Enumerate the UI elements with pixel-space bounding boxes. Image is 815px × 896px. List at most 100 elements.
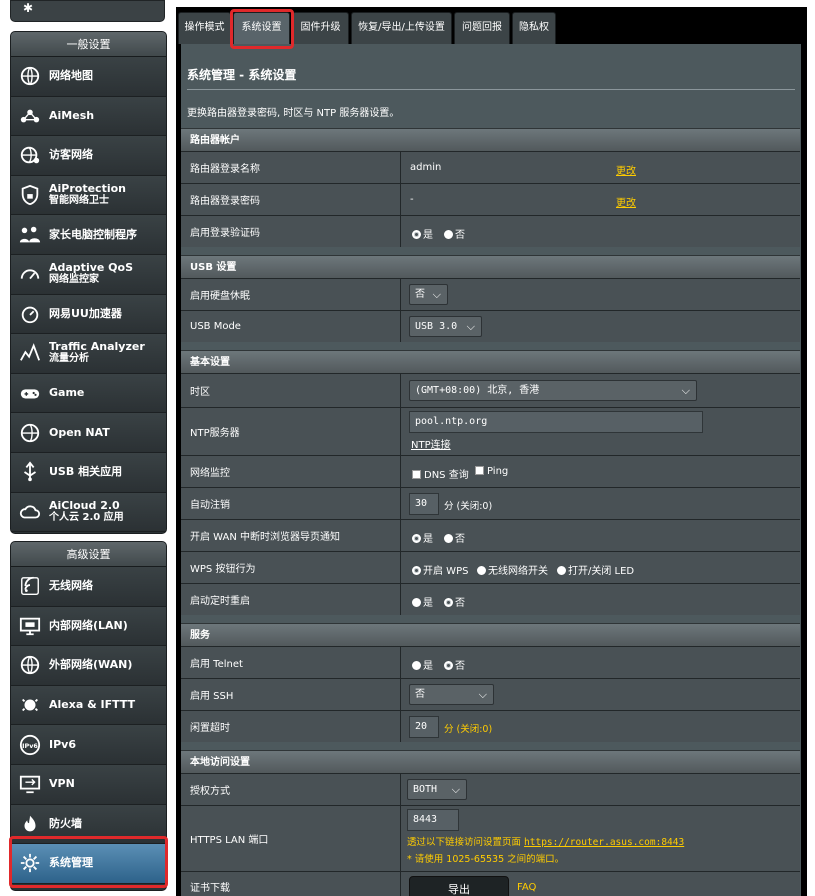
sidebar-item-firewall[interactable]: 防火墙	[11, 804, 166, 845]
change-login-password-link[interactable]: 更改	[616, 194, 636, 209]
idle-timeout-label: 闲置超时	[190, 723, 230, 734]
alexa-icon	[17, 692, 43, 718]
sidebar-item-label: AiMesh	[49, 108, 95, 122]
sidebar-item-vpn[interactable]: VPN	[11, 764, 166, 805]
sidebar-item-guest-globe[interactable]: 访客网络	[11, 136, 166, 176]
login-password-value-cell: - 更改	[400, 184, 800, 215]
row-telnet: 启用 Telnet 是 否	[181, 646, 800, 678]
sidebar-item-label: 网络地图	[49, 69, 93, 83]
wan-redirect-cell: 是 否	[400, 520, 800, 551]
captcha-no-radio[interactable]: 否	[444, 226, 465, 241]
sidebar-item-traffic-chart[interactable]: Traffic Analyzer 流量分析	[11, 334, 166, 374]
wan-redirect-label: 开启 WAN 中断时浏览器导页通知	[190, 532, 341, 543]
wireless-icon	[17, 573, 43, 599]
sidebar-item-label: 家长电脑控制程序	[49, 227, 137, 241]
ping-checkbox[interactable]: Ping	[475, 466, 508, 477]
section-service: 服务	[181, 623, 800, 646]
tab-feedback[interactable]: 问题回报	[454, 12, 510, 44]
sidebar-item-speedometer[interactable]: Adaptive QoS 网络监控家	[11, 254, 166, 295]
auth-method-select[interactable]: BOTH ⌵	[407, 779, 467, 800]
faq-link[interactable]: FAQ	[517, 882, 536, 893]
tab-operation-mode[interactable]: 操作模式	[178, 12, 231, 44]
telnet-no-radio[interactable]: 否	[444, 657, 465, 672]
hdd-spindown-select[interactable]: 否 ⌵	[409, 284, 448, 305]
tab-system-settings[interactable]: 系统设置	[233, 12, 290, 44]
sidebar-item-label: AiProtection 智能网络卫士	[49, 182, 126, 207]
sidebar-item-label: VPN	[49, 777, 75, 791]
cert-download-label: 证书下载	[190, 883, 230, 894]
chevron-down-icon: ⌵	[466, 320, 475, 333]
sidebar-item-ipv6[interactable]: IPv6 IPv6	[11, 725, 166, 765]
settings-panel: 系统管理 - 系统设置 更换路由器登录密码, 时区与 NTP 服务器设置。 路由…	[181, 44, 801, 896]
row-hdd-spindown: 启用硬盘休眠 否 ⌵	[181, 278, 800, 310]
section-usb-settings: USB 设置	[181, 255, 800, 278]
sidebar-item-shield-lock[interactable]: AiProtection 智能网络卫士	[11, 175, 166, 216]
sidebar-item-label: IPv6	[49, 737, 76, 751]
sidebar-item-wan-globe[interactable]: 外部网络(WAN)	[11, 646, 166, 686]
sidebar-item-uu-gauge[interactable]: 网易UU加速器	[11, 294, 166, 335]
telnet-cell: 是 否	[400, 647, 800, 678]
sidebar-top-button[interactable]: ✱	[10, 0, 165, 22]
quick-setup-icon: ✱	[23, 1, 34, 15]
page-description: 更换路由器登录密码, 时区与 NTP 服务器设置。	[187, 108, 400, 119]
auto-logout-input[interactable]: 30	[409, 493, 439, 515]
sidebar-item-alexa[interactable]: Alexa & IFTTT	[11, 685, 166, 726]
captcha-yes-radio[interactable]: 是	[412, 226, 433, 241]
usb-mode-select[interactable]: USB 3.0 ⌵	[409, 316, 482, 337]
dns-query-checkbox[interactable]: DNS 查询	[412, 466, 469, 481]
title-divider	[187, 89, 795, 90]
idle-timeout-hint: 分 (关闭:0)	[444, 724, 493, 735]
row-login-password: 路由器登录密码 - 更改	[181, 183, 800, 215]
sidebar-item-label: 访客网络	[49, 148, 93, 162]
https-port-input[interactable]: 8443	[407, 809, 459, 831]
scheduled-reboot-cell: 是 否	[400, 584, 800, 615]
router-url-link[interactable]: https://router.asus.com:8443	[524, 837, 684, 848]
sidebar-item-open-nat-globe[interactable]: Open NAT	[11, 413, 166, 453]
wps-button-label: WPS 按钮行为	[190, 564, 256, 575]
sidebar-item-globe-network[interactable]: 网络地图	[11, 57, 166, 97]
shield-lock-icon	[17, 182, 43, 208]
timezone-cell: (GMT+08:00) 北京, 香港 ⌵	[400, 374, 800, 407]
auth-method-label: 授权方式	[190, 786, 230, 797]
wan-redirect-no-radio[interactable]: 否	[444, 530, 465, 545]
svg-text:IPv6: IPv6	[22, 741, 38, 749]
telnet-yes-radio[interactable]: 是	[412, 657, 433, 672]
sidebar-item-wireless[interactable]: 无线网络	[11, 567, 166, 607]
tab-privacy[interactable]: 隐私权	[512, 12, 556, 44]
auto-logout-cell: 30 分 (关闭:0)	[400, 488, 800, 519]
sidebar-item-admin-gear[interactable]: 系统管理	[11, 844, 166, 884]
router-admin-page: ✱ 一般设置 网络地图 AiMesh 访客网络 AiProtection 智能网络卫士家…	[0, 0, 815, 896]
ntp-link[interactable]: NTP连接	[411, 436, 451, 451]
row-wan-redirect: 开启 WAN 中断时浏览器导页通知 是 否	[181, 519, 800, 551]
export-cert-button[interactable]: 导出	[409, 876, 509, 896]
open-nat-globe-icon	[17, 420, 43, 446]
tab-bar: 操作模式 系统设置 固件升级 恢复/导出/上传设置 问题回报 隐私权	[176, 7, 807, 44]
change-login-name-link[interactable]: 更改	[616, 162, 636, 177]
sidebar-general-header: 一般设置	[11, 32, 166, 57]
reboot-no-radio[interactable]: 否	[444, 594, 465, 609]
reboot-yes-radio[interactable]: 是	[412, 594, 433, 609]
ssh-select[interactable]: 否 ⌵	[409, 684, 494, 705]
idle-timeout-input[interactable]: 20	[409, 716, 439, 738]
wan-redirect-yes-radio[interactable]: 是	[412, 530, 433, 545]
timezone-select[interactable]: (GMT+08:00) 北京, 香港 ⌵	[409, 380, 697, 401]
cert-download-cell: 导出 FAQ	[400, 872, 800, 896]
sidebar-item-gamepad[interactable]: Game	[11, 373, 166, 414]
sidebar-item-family[interactable]: 家长电脑控制程序	[11, 215, 166, 255]
sidebar-item-usb[interactable]: USB 相关应用	[11, 452, 166, 493]
sidebar-item-label: AiCloud 2.0 个人云 2.0 应用	[49, 498, 124, 523]
login-name-value-cell: admin 更改	[400, 152, 800, 183]
wps-toggle-radio[interactable]: 开启 WPS	[412, 562, 468, 577]
login-name-value: admin	[410, 162, 442, 173]
tab-restore-save-upload[interactable]: 恢复/导出/上传设置	[351, 12, 452, 44]
sidebar-item-label: 内部网络(LAN)	[49, 618, 128, 632]
wireless-toggle-radio[interactable]: 无线网络开关	[477, 562, 548, 577]
ntp-server-input[interactable]: pool.ntp.org	[409, 411, 703, 433]
sidebar-item-cloud[interactable]: AiCloud 2.0 个人云 2.0 应用	[11, 492, 166, 533]
sidebar-item-lan-monitor[interactable]: 内部网络(LAN)	[11, 606, 166, 647]
sidebar-item-label: Game	[49, 386, 85, 400]
led-toggle-radio[interactable]: 打开/关闭 LED	[557, 562, 634, 577]
tab-firmware-upgrade[interactable]: 固件升级	[292, 12, 349, 44]
sidebar-item-mesh[interactable]: AiMesh	[11, 96, 166, 137]
row-usb-mode: USB Mode USB 3.0 ⌵	[181, 310, 800, 342]
